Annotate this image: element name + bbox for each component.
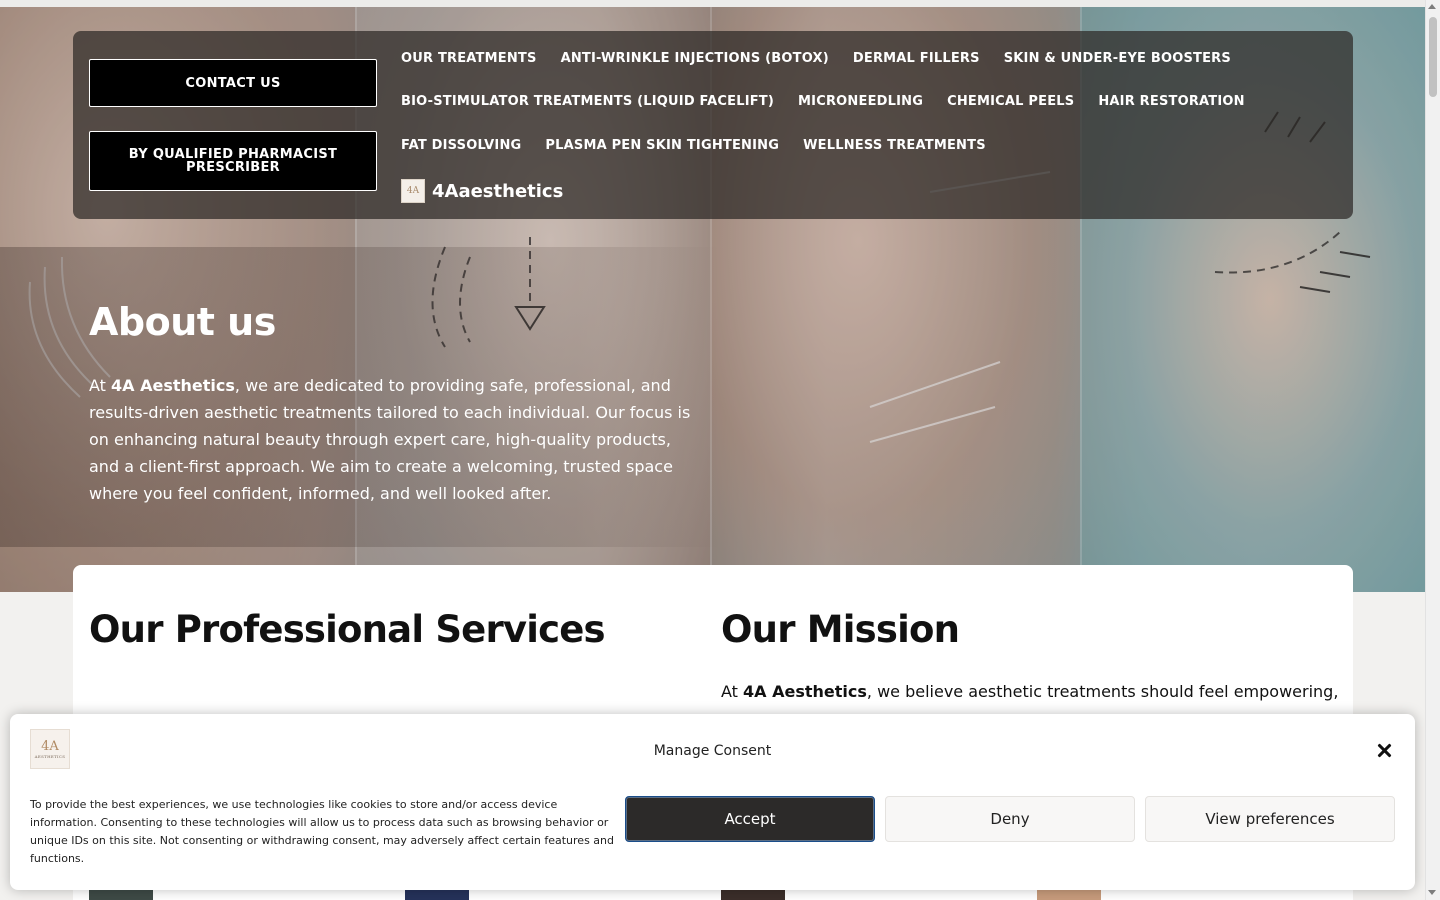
page-scrollbar[interactable] bbox=[1425, 0, 1440, 900]
mission-text-brand: 4A Aesthetics bbox=[743, 682, 867, 701]
nav-dermal-fillers[interactable]: DERMAL FILLERS bbox=[853, 51, 980, 66]
about-intro-text: At 4A Aesthetics, we are dedicated to pr… bbox=[89, 372, 699, 507]
nav-hair-restoration[interactable]: HAIR RESTORATION bbox=[1098, 94, 1244, 109]
about-text-body: , we are dedicated to providing safe, pr… bbox=[89, 376, 691, 503]
site-brand-link[interactable]: 4A 4Aaesthetics bbox=[401, 179, 563, 203]
nav-wellness-treatments[interactable]: WELLNESS TREATMENTS bbox=[803, 138, 986, 153]
view-preferences-button[interactable]: View preferences bbox=[1145, 796, 1395, 842]
consent-title: Manage Consent bbox=[653, 743, 772, 759]
brand-logo-icon: 4A bbox=[401, 179, 425, 203]
services-heading: Our Professional Services bbox=[89, 608, 606, 651]
nav-anti-wrinkle-injections[interactable]: ANTI-WRINKLE INJECTIONS (BOTOX) bbox=[561, 51, 829, 66]
nav-microneedling[interactable]: MICRONEEDLING bbox=[798, 94, 923, 109]
browser-top-strip bbox=[0, 0, 1425, 7]
scroll-up-arrow-icon[interactable] bbox=[1428, 4, 1436, 9]
close-icon[interactable] bbox=[1374, 740, 1396, 762]
nav-fat-dissolving[interactable]: FAT DISSOLVING bbox=[401, 138, 521, 153]
mission-heading: Our Mission bbox=[721, 608, 960, 651]
main-nav-row-2: BIO-STIMULATOR TREATMENTS (LIQUID FACELI… bbox=[401, 94, 1245, 109]
mission-text: At 4A Aesthetics, we believe aesthetic t… bbox=[721, 678, 1351, 705]
nav-bio-stimulator[interactable]: BIO-STIMULATOR TREATMENTS (LIQUID FACELI… bbox=[401, 94, 774, 109]
contact-us-button[interactable]: CONTACT US bbox=[89, 59, 377, 107]
mission-text-body: , we believe aesthetic treatments should… bbox=[866, 682, 1339, 701]
nav-skin-boosters[interactable]: SKIN & UNDER-EYE BOOSTERS bbox=[1004, 51, 1231, 66]
main-nav-row-1: OUR TREATMENTS ANTI-WRINKLE INJECTIONS (… bbox=[401, 51, 1231, 66]
mission-text-prefix: At bbox=[721, 682, 744, 701]
nav-our-treatments[interactable]: OUR TREATMENTS bbox=[401, 51, 537, 66]
page-title: About us bbox=[89, 300, 276, 344]
pharmacist-prescriber-button[interactable]: BY QUALIFIED PHARMACIST PRESCRIBER bbox=[89, 131, 377, 191]
about-text-prefix: At bbox=[89, 376, 112, 395]
nav-chemical-peels[interactable]: CHEMICAL PEELS bbox=[947, 94, 1074, 109]
accept-button[interactable]: Accept bbox=[625, 796, 875, 842]
consent-description: To provide the best experiences, we use … bbox=[30, 798, 614, 865]
brand-name: 4Aaesthetics bbox=[432, 180, 564, 202]
about-text-brand: 4A Aesthetics bbox=[111, 376, 235, 395]
cookie-consent-banner: 4A AESTHETICS Manage Consent To provide … bbox=[10, 714, 1415, 890]
scroll-down-arrow-icon[interactable] bbox=[1428, 890, 1436, 895]
nav-plasma-pen[interactable]: PLASMA PEN SKIN TIGHTENING bbox=[545, 138, 779, 153]
deny-button[interactable]: Deny bbox=[885, 796, 1135, 842]
main-nav-row-3: FAT DISSOLVING PLASMA PEN SKIN TIGHTENIN… bbox=[401, 138, 986, 153]
scrollbar-thumb[interactable] bbox=[1429, 17, 1437, 97]
